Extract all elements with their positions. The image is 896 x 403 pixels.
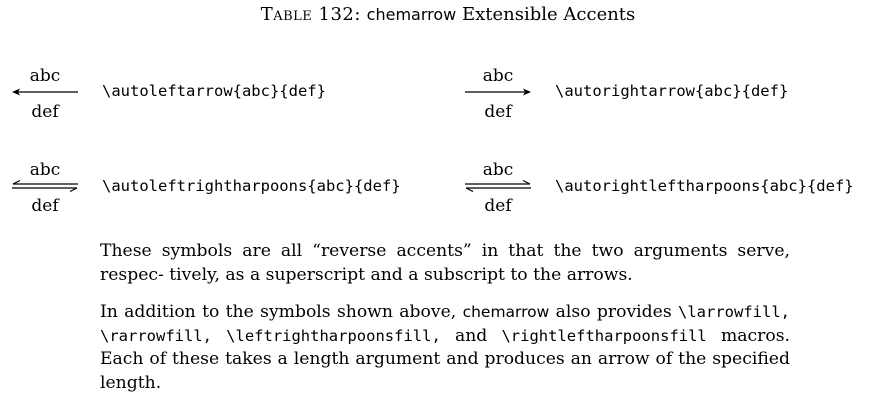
caption-title: Extensible Accents: [461, 4, 636, 25]
right-left-harpoons-icon: [465, 179, 531, 193]
entry-2-command: \autorightarrow{abc}{def}: [555, 82, 789, 100]
macro-rightleftharpoonsfill: \rightleftharpoonsfill: [501, 326, 707, 345]
entry-4-symbol: abc def: [463, 160, 533, 220]
table-label: Table 132:: [260, 4, 361, 25]
entry-3-command: \autoleftrightharpoons{abc}{def}: [102, 177, 401, 195]
left-right-harpoons-icon: [12, 179, 78, 193]
paragraph-fill-macros: In addition to the symbols shown above, …: [100, 301, 790, 395]
paragraph-reverse-accents: These symbols are all “reverse accents” …: [100, 241, 790, 285]
right-arrow-icon: [465, 88, 531, 96]
paragraph-2-package: chemarrow: [462, 303, 550, 321]
left-arrow-icon: [12, 88, 78, 96]
entry-1-command: \autoleftarrow{abc}{def}: [102, 82, 326, 100]
entry-2-symbol: abc def: [463, 66, 533, 126]
table-caption: Table 132: chemarrow Extensible Accents: [0, 4, 896, 25]
paragraph-2-text-3: and: [454, 325, 488, 346]
macro-larrowfill: \larrowfill,: [678, 303, 790, 321]
paragraph-2-text-1: In addition to the symbols shown above,: [100, 302, 457, 322]
entry-4-command: \autorightleftharpoons{abc}{def}: [555, 177, 854, 195]
macro-leftrightharpoonsfill: \leftrightharpoonsfill,: [226, 326, 441, 345]
entry-3-subscript: def: [31, 196, 59, 216]
package-name: chemarrow: [366, 5, 457, 24]
entry-4-subscript: def: [484, 196, 512, 216]
entry-3-symbol: abc def: [10, 160, 80, 220]
entry-2-subscript: def: [484, 102, 512, 122]
entry-1-subscript: def: [31, 102, 59, 122]
paragraph-2-text-2: also provides: [555, 302, 672, 322]
entry-1-symbol: abc def: [10, 66, 80, 126]
macro-rarrowfill: \rarrowfill,: [100, 326, 212, 345]
